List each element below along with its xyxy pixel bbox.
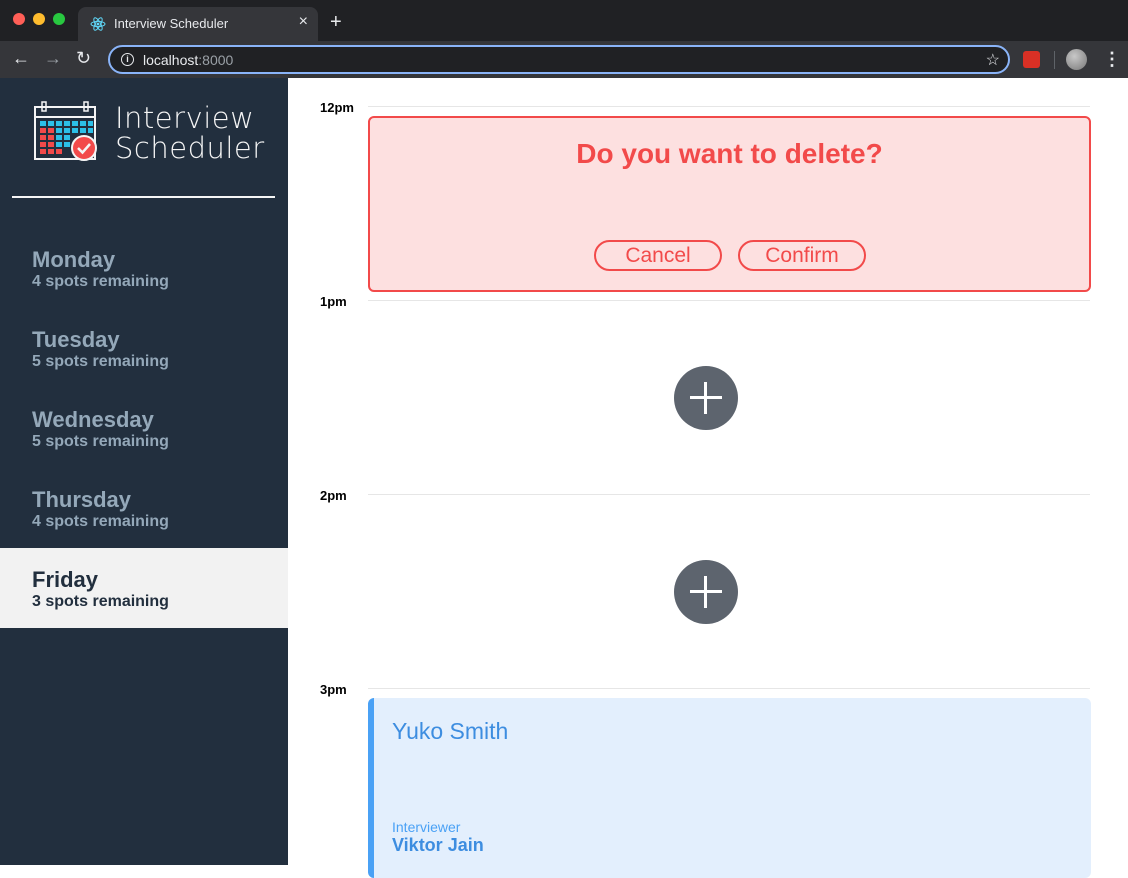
tab-title: Interview Scheduler [114,16,229,31]
close-tab-icon[interactable]: × [299,13,308,31]
react-icon [90,17,106,31]
day-spots: 5 spots remaining [32,433,169,450]
appointment-card[interactable]: Yuko Smith Interviewer Viktor Jain [368,698,1091,878]
tab-strip: Interview Scheduler × + [0,0,1128,41]
add-appointment-button[interactable] [674,560,738,624]
brand-line-1: Interview [115,101,255,135]
day-item-wednesday[interactable]: Wednesday 5 spots remaining [0,388,288,468]
day-spots: 5 spots remaining [32,353,169,370]
slot-separator [368,688,1090,689]
slot-separator [368,106,1090,107]
confirm-message: Do you want to delete? [576,138,883,169]
url-port: :8000 [198,52,234,68]
toolbar-divider [1054,51,1055,69]
time-label: 1pm [320,294,347,309]
back-button[interactable]: ← [12,48,30,69]
day-spots: 4 spots remaining [32,513,169,530]
add-appointment-button[interactable] [674,366,738,430]
profile-avatar-icon[interactable] [1066,49,1087,70]
day-item-friday[interactable]: Friday 3 spots remaining [0,548,288,628]
address-bar[interactable]: i localhost:8000 ☆ [108,45,1010,74]
sidebar-divider [12,196,275,198]
day-item-thursday[interactable]: Thursday 4 spots remaining [0,468,288,548]
url-host: localhost [143,52,199,68]
browser-menu-icon[interactable]: ⋮ [1103,49,1121,70]
confirm-button[interactable]: Confirm [738,240,866,271]
interviewer-label: Interviewer [392,819,461,835]
cancel-button[interactable]: Cancel [594,240,722,271]
day-name: Friday [32,567,99,592]
schedule: 12pm Do you want to delete? Cancel Confi… [288,78,1128,878]
day-name: Wednesday [32,407,154,432]
extension-icon[interactable] [1023,51,1040,68]
day-spots: 3 spots remaining [32,593,169,610]
student-name: Yuko Smith [392,718,509,744]
site-info-icon[interactable]: i [121,53,134,66]
forward-button[interactable]: → [44,48,62,69]
time-label: 2pm [320,488,347,503]
time-label: 3pm [320,682,347,697]
day-spots: 4 spots remaining [32,273,169,290]
browser-tab[interactable]: Interview Scheduler × [78,7,318,41]
new-tab-button[interactable]: + [330,11,342,34]
slot-separator [368,300,1090,301]
slot-separator [368,494,1090,495]
minimize-window-button[interactable] [33,13,45,25]
day-item-tuesday[interactable]: Tuesday 5 spots remaining [0,308,288,388]
plus-icon-vertical [704,382,707,414]
day-name: Thursday [32,487,132,512]
interviewer-name: Viktor Jain [392,835,484,855]
day-name: Monday [32,247,116,272]
maximize-window-button[interactable] [53,13,65,25]
delete-confirm-card: Do you want to delete? Cancel Confirm [368,116,1091,292]
plus-icon-vertical [704,576,707,608]
close-window-button[interactable] [13,13,25,25]
browser-chrome: Interview Scheduler × + ← → ↻ i localhos… [0,0,1128,78]
url-text[interactable]: localhost:8000 [143,52,233,68]
reload-button[interactable]: ↻ [76,48,91,69]
time-label: 12pm [320,100,354,115]
brand-line-2: Scheduler [115,131,265,165]
calendar-logo-icon [34,101,97,161]
browser-toolbar: ← → ↻ i localhost:8000 ☆ ⋮ [0,41,1128,78]
day-list: Monday 4 spots remaining Tuesday 5 spots… [0,228,288,628]
day-item-monday[interactable]: Monday 4 spots remaining [0,228,288,308]
bookmark-star-icon[interactable]: ☆ [986,50,1000,70]
day-name: Tuesday [32,327,120,352]
sidebar: Interview Scheduler Monday 4 spots remai… [0,78,288,865]
app-brand: Interview Scheduler [115,103,265,163]
